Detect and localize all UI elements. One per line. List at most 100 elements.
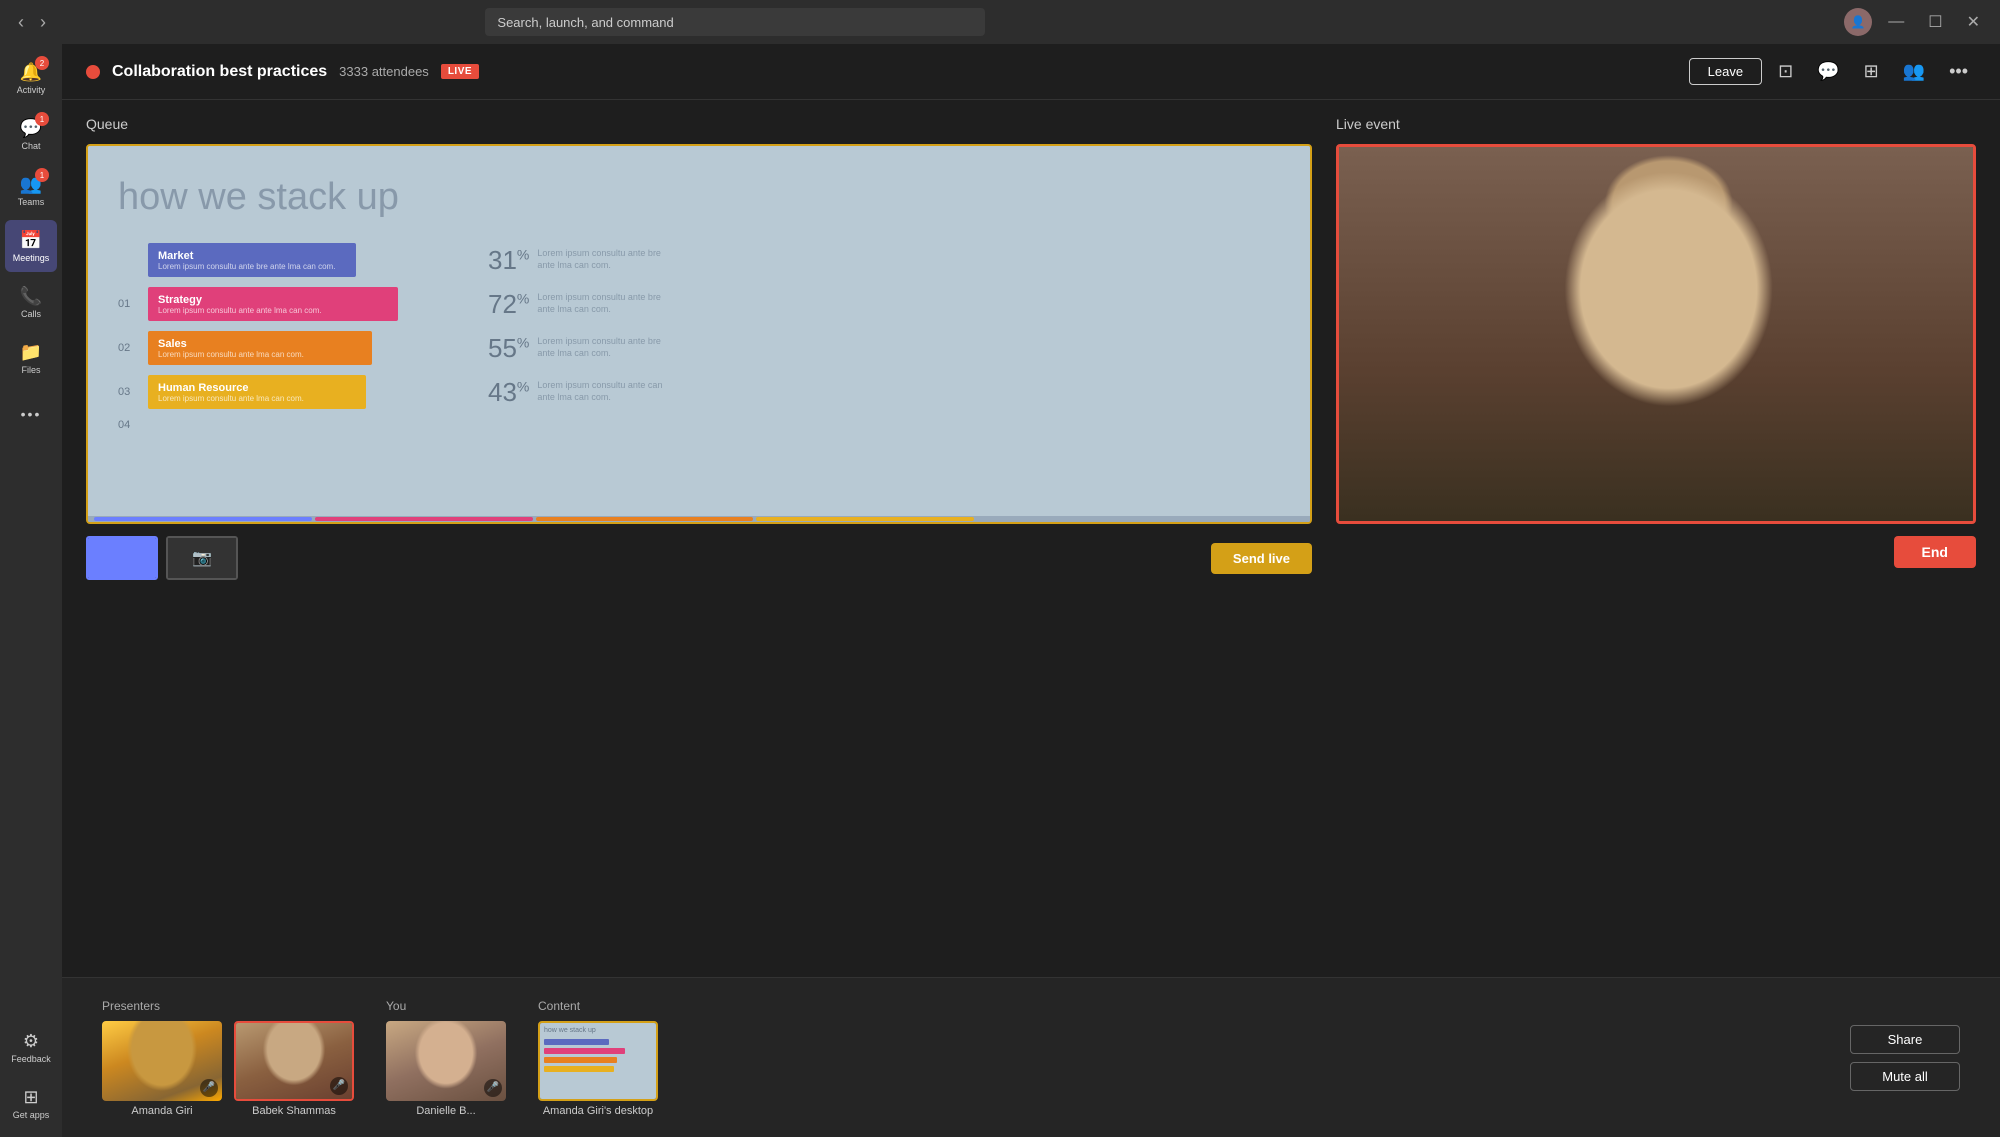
queue-preview: how we stack up Market Lorem ipsum consu… xyxy=(86,144,1312,524)
more-icon: ••• xyxy=(21,406,42,422)
sidebar-item-calls[interactable]: 📞 Calls xyxy=(5,276,57,328)
bar-chart: Market Lorem ipsum consultu ante bre ant… xyxy=(118,243,1280,502)
presenter-thumb-content[interactable]: how we stack up xyxy=(538,1021,658,1101)
bar-row-04: 04 xyxy=(118,419,1280,431)
bar-row-sales: 02 Sales Lorem ipsum consultu ante lma c… xyxy=(118,331,1280,365)
top-bar: Collaboration best practices 3333 attend… xyxy=(62,44,2000,100)
share-screen-icon[interactable]: ⊡ xyxy=(1770,57,1801,86)
main-content: Collaboration best practices 3333 attend… xyxy=(62,44,2000,1137)
maximize-button[interactable]: ☐ xyxy=(1920,8,1950,36)
queue-title: Queue xyxy=(86,116,1312,132)
sidebar-item-more[interactable]: ••• xyxy=(5,388,57,440)
avatar-icon: 👤 xyxy=(1851,15,1866,29)
participants-icon[interactable]: 👥 xyxy=(1895,57,1933,86)
bottom-bar: Presenters 🎤 Amanda Giri � xyxy=(62,977,2000,1137)
queue-panel: Queue how we stack up Market Lor xyxy=(86,116,1312,961)
live-panel-bottom: End xyxy=(1336,536,1976,568)
sidebar-item-meetings[interactable]: 📅 Meetings xyxy=(5,220,57,272)
bottom-right-buttons: Share Mute all xyxy=(1850,1025,1960,1091)
sidebar-item-getapps[interactable]: ⊞ Get apps xyxy=(5,1077,57,1129)
content-desktop-name: Amanda Giri's desktop xyxy=(543,1105,653,1117)
presenter-thumb-babek[interactable]: 🎤 xyxy=(234,1021,354,1101)
you-label: You xyxy=(386,999,506,1013)
files-icon: 📁 xyxy=(20,342,42,363)
minimize-button[interactable]: — xyxy=(1880,9,1912,35)
presenter-card-danielle: 🎤 Danielle B... xyxy=(386,1021,506,1117)
bar-desc-market: Lorem ipsum consultu ante bre ante lma c… xyxy=(537,248,677,271)
getapps-icon: ⊞ xyxy=(23,1087,38,1108)
bar-desc-strategy: Lorem ipsum consultu ante bre ante lma c… xyxy=(537,292,677,315)
bar-label-market: Market xyxy=(158,250,356,262)
leave-button[interactable]: Leave xyxy=(1689,58,1762,85)
bar-sales: Sales Lorem ipsum consultu ante lma can … xyxy=(148,331,372,365)
title-bar-right: 👤 — ☐ ✕ xyxy=(1844,8,1988,36)
search-bar[interactable]: Search, launch, and command xyxy=(485,8,985,36)
presenter-video xyxy=(1339,147,1973,521)
bar-container-market: Market Lorem ipsum consultu ante bre ant… xyxy=(148,243,468,277)
chat-badge: 1 xyxy=(35,112,49,126)
nav-controls[interactable]: ‹ › xyxy=(12,11,52,33)
back-button[interactable]: ‹ xyxy=(12,11,30,33)
teams-badge: 1 xyxy=(35,168,49,182)
bar-num-4: 04 xyxy=(118,419,140,431)
sidebar-item-chat[interactable]: 💬 Chat 1 xyxy=(5,108,57,160)
bar-container-strategy: Strategy Lorem ipsum consultu ante ante … xyxy=(148,287,468,321)
feedback-label: Feedback xyxy=(11,1054,51,1064)
slide-progress xyxy=(88,516,1310,522)
bar-label-strategy: Strategy xyxy=(158,294,398,306)
sidebar-item-files[interactable]: 📁 Files xyxy=(5,332,57,384)
close-button[interactable]: ✕ xyxy=(1959,8,1988,36)
presenter-thumb-danielle[interactable]: 🎤 xyxy=(386,1021,506,1101)
danielle-name: Danielle B... xyxy=(416,1105,475,1117)
sidebar: 🔔 Activity 2 💬 Chat 1 👥 Teams 1 📅 Meetin… xyxy=(0,44,62,1137)
slide-title: how we stack up xyxy=(118,176,1280,219)
sidebar-item-teams[interactable]: 👥 Teams 1 xyxy=(5,164,57,216)
user-avatar[interactable]: 👤 xyxy=(1844,8,1872,36)
content-slide-mini: how we stack up xyxy=(540,1023,656,1099)
live-panel: Live event End xyxy=(1336,116,1976,961)
amanda-name: Amanda Giri xyxy=(131,1105,192,1117)
presenters-section: Presenters 🎤 Amanda Giri � xyxy=(102,999,354,1117)
content-row: how we stack up Amanda Giri's desktop xyxy=(538,1021,658,1117)
bar-percent-sales: 55% xyxy=(488,333,529,364)
presenter-card-content: how we stack up Amanda Giri's desktop xyxy=(538,1021,658,1117)
sidebar-item-feedback[interactable]: ⚙ Feedback xyxy=(5,1021,57,1073)
presenters-label: Presenters xyxy=(102,999,354,1013)
content-area: Queue how we stack up Market Lor xyxy=(62,100,2000,977)
bar-row-market: Market Lorem ipsum consultu ante bre ant… xyxy=(118,243,1280,277)
live-badge: LIVE xyxy=(441,64,479,79)
bar-label-sales: Sales xyxy=(158,338,372,350)
calls-icon: 📞 xyxy=(20,286,42,307)
content-label: Content xyxy=(538,999,658,1013)
send-live-button[interactable]: Send live xyxy=(1211,543,1312,574)
qa-icon[interactable]: 💬 xyxy=(1809,57,1847,86)
forward-button[interactable]: › xyxy=(34,11,52,33)
bar-desc-hr: Lorem ipsum consultu ante can ante lma c… xyxy=(537,380,677,403)
live-dot xyxy=(86,65,100,79)
share-button[interactable]: Share xyxy=(1850,1025,1960,1054)
calls-label: Calls xyxy=(21,309,41,319)
bar-market: Market Lorem ipsum consultu ante bre ant… xyxy=(148,243,356,277)
app-shell: 🔔 Activity 2 💬 Chat 1 👥 Teams 1 📅 Meetin… xyxy=(0,44,2000,1137)
bar-sublabel-strategy: Lorem ipsum consultu ante ante lma can c… xyxy=(158,306,398,315)
bar-sublabel-market: Lorem ipsum consultu ante bre ante lma c… xyxy=(158,262,356,271)
thumb-camera-inner: 📷 xyxy=(168,538,236,578)
bar-hr: Human Resource Lorem ipsum consultu ante… xyxy=(148,375,366,409)
queue-thumbnails: 📷 Send live xyxy=(86,536,1312,580)
you-section: You 🎤 Danielle B... xyxy=(386,999,506,1117)
sidebar-item-activity[interactable]: 🔔 Activity 2 xyxy=(5,52,57,104)
presenter-thumb-amanda[interactable]: 🎤 xyxy=(102,1021,222,1101)
mute-all-button[interactable]: Mute all xyxy=(1850,1062,1960,1091)
teams-label: Teams xyxy=(18,197,45,207)
more-options-icon[interactable]: ••• xyxy=(1941,57,1976,86)
thumb-slide[interactable] xyxy=(86,536,158,580)
bar-desc-sales: Lorem ipsum consultu ante bre ante lma c… xyxy=(537,336,677,359)
thumb-camera[interactable]: 📷 xyxy=(166,536,238,580)
end-button[interactable]: End xyxy=(1894,536,1976,568)
captions-icon[interactable]: ⊞ xyxy=(1856,57,1887,86)
activity-badge: 2 xyxy=(35,56,49,70)
bar-container-sales: Sales Lorem ipsum consultu ante lma can … xyxy=(148,331,468,365)
live-event-title: Live event xyxy=(1336,116,1976,132)
presenter-card-babek: 🎤 Babek Shammas xyxy=(234,1021,354,1117)
presenter-card-amanda: 🎤 Amanda Giri xyxy=(102,1021,222,1117)
